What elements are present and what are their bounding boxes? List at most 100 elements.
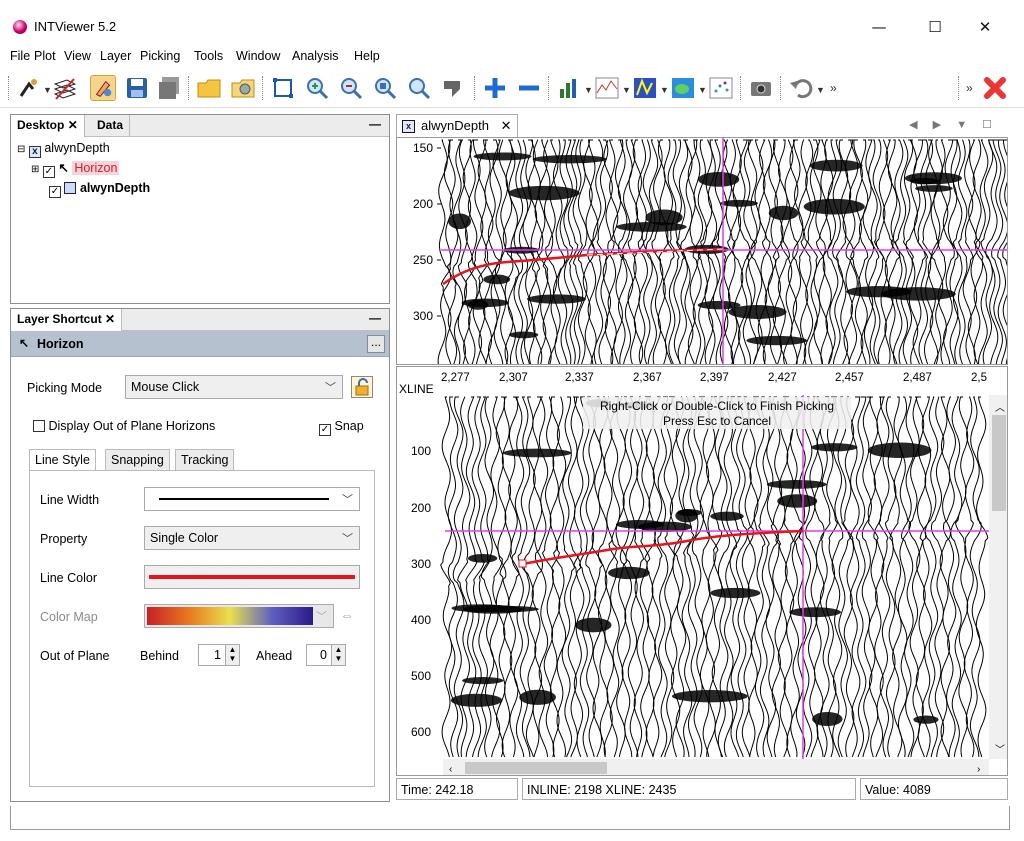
minimize-button[interactable]: —: [856, 13, 902, 41]
spectrum-icon[interactable]: [594, 75, 620, 101]
collapse-icon[interactable]: ⊟: [17, 144, 25, 155]
picking-cursor-icon[interactable]: [90, 75, 116, 101]
chevron-down-icon[interactable]: ▼: [584, 85, 593, 95]
inline-seismic-plot[interactable]: 150 200 250 300: [397, 138, 1008, 365]
pan-icon[interactable]: [440, 75, 466, 101]
tab-alwyndepth-view[interactable]: x alwynDepth ✕: [396, 114, 519, 138]
tab-line-style[interactable]: Line Style: [29, 449, 96, 471]
window-title: INTViewer 5.2: [34, 19, 117, 34]
horizon-picking-icon[interactable]: [16, 75, 42, 101]
chevron-down-icon[interactable]: ▼: [660, 85, 669, 95]
snap-checkbox[interactable]: ✓: [319, 424, 331, 436]
view-tab-controls[interactable]: ◀ ▶ ▼ ☐: [909, 118, 998, 131]
snap-option[interactable]: ✓ Snap: [319, 419, 364, 436]
scroll-left-icon[interactable]: ‹: [449, 764, 452, 775]
picking-hint-line2: Press Esc to Cancel: [663, 414, 771, 428]
menu-layer[interactable]: Layer: [100, 49, 131, 63]
close-icon[interactable]: ✕: [68, 118, 78, 132]
menu-picking[interactable]: Picking: [140, 49, 180, 63]
menu-analysis[interactable]: Analysis: [292, 49, 339, 63]
xline-seismic-view[interactable]: XLINE 2,277 2,307 2,337 2,367 2,397 2,42…: [396, 366, 1008, 776]
colormap-icon[interactable]: [632, 75, 658, 101]
crossplot-icon[interactable]: [708, 75, 734, 101]
bar-chart-icon[interactable]: [556, 75, 582, 101]
horizontal-scroll-thumb[interactable]: [465, 762, 607, 774]
scroll-right-icon[interactable]: ›: [977, 764, 980, 775]
toolbar-overflow-icon[interactable]: »: [830, 81, 837, 95]
desktop-panel: Desktop ✕ Data — ⊟ x alwynDepth ⊞ ✓ ↖ Ho…: [10, 114, 390, 304]
line-color-button[interactable]: [144, 565, 360, 589]
swap-icon: ⇔: [340, 607, 354, 623]
menu-help[interactable]: Help: [354, 49, 380, 63]
more-options-button[interactable]: ...: [367, 335, 385, 353]
zoom-region-icon[interactable]: [372, 75, 398, 101]
tab-snapping[interactable]: Snapping: [105, 449, 170, 471]
zoom-reset-icon[interactable]: [406, 75, 432, 101]
tab-layer-shortcut[interactable]: Layer Shortcut ✕: [11, 309, 123, 331]
maximize-button[interactable]: ☐: [912, 13, 958, 41]
layers-icon[interactable]: [52, 75, 78, 101]
map-icon[interactable]: [670, 75, 696, 101]
menu-window[interactable]: Window: [236, 49, 280, 63]
undo-icon[interactable]: [788, 75, 814, 101]
close-button[interactable]: ✕: [962, 13, 1008, 41]
y-tick-label: 200: [413, 197, 433, 211]
chevron-down-icon[interactable]: ▼: [622, 85, 631, 95]
inline-seismic-view[interactable]: 150 200 250 300: [396, 137, 1008, 365]
tree-item-alwyndepth[interactable]: ✓ alwynDepth: [49, 180, 150, 198]
fit-view-icon[interactable]: [270, 75, 296, 101]
minimize-panel-button[interactable]: —: [369, 117, 381, 131]
save-all-icon[interactable]: [156, 75, 182, 101]
line-width-select[interactable]: ﹀: [144, 487, 360, 511]
open-session-icon[interactable]: [230, 75, 256, 101]
horizon-checkbox[interactable]: ✓: [42, 166, 55, 178]
view-tab-label: alwynDepth: [421, 118, 489, 133]
close-icon[interactable]: ✕: [105, 312, 115, 326]
zoom-in-icon[interactable]: [304, 75, 330, 101]
spinner-arrows-icon[interactable]: ▲ ▼: [225, 645, 239, 665]
spinner-arrows-icon[interactable]: ▲ ▼: [331, 645, 345, 665]
close-icon[interactable]: ✕: [501, 118, 512, 133]
menu-tools[interactable]: Tools: [194, 49, 223, 63]
camera-icon[interactable]: [748, 75, 774, 101]
pick-point-marker[interactable]: [518, 559, 527, 568]
tab-desktop[interactable]: Desktop ✕: [11, 115, 85, 137]
alwyndepth-checkbox[interactable]: ✓: [49, 186, 61, 198]
y-tick-label: 200: [411, 501, 431, 515]
menu-plot[interactable]: Plot: [34, 49, 56, 63]
expand-icon[interactable]: ⊞: [31, 164, 39, 175]
out-of-plane-label: Out of Plane: [40, 649, 110, 663]
scroll-down-icon[interactable]: ﹀: [995, 744, 1005, 756]
snap-label: Snap: [334, 419, 364, 433]
chevron-down-icon[interactable]: ▼: [816, 85, 825, 95]
lock-button[interactable]: [351, 376, 373, 398]
chevron-down-icon[interactable]: ▼: [698, 85, 707, 95]
toolbar-overflow-icon[interactable]: »: [966, 81, 973, 95]
add-icon[interactable]: [482, 75, 508, 101]
remove-icon[interactable]: [516, 75, 542, 101]
behind-spinner[interactable]: 1 ▲ ▼: [198, 644, 240, 666]
tree-item-horizon[interactable]: ⊞ ✓ ↖ Horizon: [31, 160, 120, 178]
toolbar-separator: [548, 76, 549, 100]
tab-tracking[interactable]: Tracking: [175, 449, 235, 471]
menu-view[interactable]: View: [64, 49, 91, 63]
chevron-down-icon[interactable]: ▼: [43, 85, 52, 95]
display-out-of-plane-option[interactable]: Display Out of Plane Horizons: [33, 419, 215, 433]
close-red-icon[interactable]: [982, 75, 1008, 101]
picking-mode-select[interactable]: Mouse Click ﹀: [125, 375, 343, 399]
property-select[interactable]: Single Color ﹀: [144, 526, 360, 550]
tree-root[interactable]: ⊟ x alwynDepth: [17, 140, 110, 158]
save-icon[interactable]: [124, 75, 150, 101]
menu-file[interactable]: File: [10, 49, 30, 63]
scroll-up-icon[interactable]: ︿: [995, 403, 1005, 414]
chevron-down-icon: ﹀: [342, 494, 353, 506]
dataset-icon: x: [28, 146, 41, 158]
tab-data[interactable]: Data: [91, 115, 131, 137]
vertical-scroll-thumb[interactable]: [992, 415, 1006, 511]
ahead-spinner[interactable]: 0 ▲ ▼: [306, 644, 346, 666]
minimize-panel-button[interactable]: —: [369, 311, 381, 325]
zoom-out-icon[interactable]: [338, 75, 364, 101]
open-folder-icon[interactable]: [196, 75, 222, 101]
display-out-of-plane-checkbox[interactable]: [33, 420, 45, 432]
xline-seismic-plot[interactable]: XLINE 2,277 2,307 2,337 2,367 2,397 2,42…: [397, 367, 1008, 776]
